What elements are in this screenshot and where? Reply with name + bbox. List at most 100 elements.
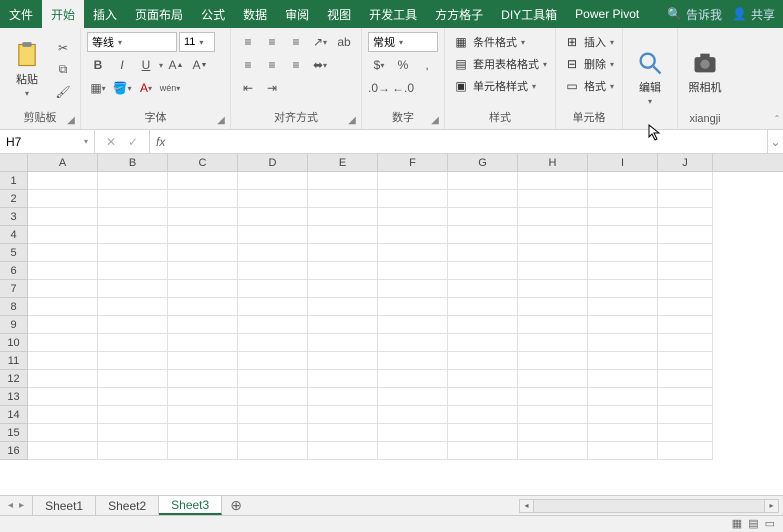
cell[interactable] — [658, 280, 713, 298]
cell[interactable] — [308, 370, 378, 388]
cell[interactable] — [448, 226, 518, 244]
phonetic-button[interactable]: wén▾ — [159, 78, 181, 98]
row-header[interactable]: 10 — [0, 334, 28, 352]
font-size-combo[interactable]: 11▾ — [179, 32, 215, 52]
cell[interactable] — [168, 208, 238, 226]
cell[interactable] — [448, 190, 518, 208]
cell[interactable] — [448, 352, 518, 370]
cell[interactable] — [28, 190, 98, 208]
cell[interactable] — [168, 442, 238, 460]
cell[interactable] — [28, 208, 98, 226]
row-header[interactable]: 14 — [0, 406, 28, 424]
col-header[interactable]: A — [28, 154, 98, 171]
cell[interactable] — [168, 334, 238, 352]
cell[interactable] — [308, 172, 378, 190]
cell[interactable] — [238, 370, 308, 388]
cell[interactable] — [378, 370, 448, 388]
cell[interactable] — [448, 280, 518, 298]
row-header[interactable]: 15 — [0, 424, 28, 442]
cell[interactable] — [238, 262, 308, 280]
percent-button[interactable]: % — [392, 55, 414, 75]
cell[interactable] — [378, 226, 448, 244]
collapse-ribbon-button[interactable]: ⌃ — [773, 114, 781, 123]
font-color-button[interactable]: A▾ — [135, 78, 157, 98]
cell[interactable] — [588, 316, 658, 334]
cell[interactable] — [658, 208, 713, 226]
tell-me-search[interactable]: 🔍 告诉我 — [667, 6, 722, 23]
cell[interactable] — [308, 388, 378, 406]
cancel-entry-button[interactable]: ✕ — [103, 135, 119, 149]
cell[interactable] — [658, 262, 713, 280]
increase-font-button[interactable]: A▲ — [165, 55, 187, 75]
cell[interactable] — [308, 298, 378, 316]
cell[interactable] — [588, 370, 658, 388]
cell[interactable] — [658, 298, 713, 316]
cell[interactable] — [658, 172, 713, 190]
page-break-view-button[interactable]: ▭ — [765, 517, 775, 530]
align-bottom-button[interactable]: ≡ — [285, 32, 307, 52]
align-right-button[interactable]: ≡ — [285, 55, 307, 75]
col-header[interactable]: D — [238, 154, 308, 171]
cell[interactable] — [28, 370, 98, 388]
col-header[interactable]: I — [588, 154, 658, 171]
cell[interactable] — [98, 388, 168, 406]
confirm-entry-button[interactable]: ✓ — [125, 135, 141, 149]
bold-button[interactable]: B — [87, 55, 109, 75]
cell[interactable] — [238, 190, 308, 208]
cell[interactable] — [448, 316, 518, 334]
cell[interactable] — [518, 388, 588, 406]
cell[interactable] — [238, 244, 308, 262]
cell[interactable] — [98, 370, 168, 388]
cell[interactable] — [98, 226, 168, 244]
cell[interactable] — [28, 316, 98, 334]
cell[interactable] — [658, 226, 713, 244]
cell[interactable] — [238, 316, 308, 334]
cell[interactable] — [378, 442, 448, 460]
cell[interactable] — [308, 334, 378, 352]
cell[interactable] — [28, 334, 98, 352]
cell[interactable] — [588, 334, 658, 352]
cell[interactable] — [448, 424, 518, 442]
cell[interactable] — [98, 172, 168, 190]
row-header[interactable]: 11 — [0, 352, 28, 370]
cell[interactable] — [448, 244, 518, 262]
cell[interactable] — [98, 424, 168, 442]
cell[interactable] — [308, 442, 378, 460]
cell[interactable] — [588, 226, 658, 244]
cell[interactable] — [378, 208, 448, 226]
horizontal-scrollbar[interactable]: ◂ ▸ — [250, 496, 783, 515]
cell[interactable] — [518, 316, 588, 334]
cell[interactable] — [658, 406, 713, 424]
cell[interactable] — [308, 244, 378, 262]
increase-indent-button[interactable]: ⇥ — [261, 78, 283, 98]
cell[interactable] — [98, 262, 168, 280]
cell[interactable] — [238, 442, 308, 460]
format-cells-button[interactable]: ▭ 格式 ▾ — [562, 76, 616, 96]
cell[interactable] — [28, 262, 98, 280]
menu-tab-diy[interactable]: DIY工具箱 — [492, 0, 566, 28]
italic-button[interactable]: I — [111, 55, 133, 75]
cell[interactable] — [238, 352, 308, 370]
cell[interactable] — [308, 316, 378, 334]
cell[interactable] — [28, 298, 98, 316]
fill-color-button[interactable]: 🪣▾ — [111, 78, 133, 98]
menu-tab-home[interactable]: 开始 — [42, 0, 84, 28]
number-format-combo[interactable]: 常规▾ — [368, 32, 438, 52]
cell[interactable] — [98, 406, 168, 424]
cell[interactable] — [98, 334, 168, 352]
cell[interactable] — [168, 262, 238, 280]
cell[interactable] — [378, 388, 448, 406]
cell[interactable] — [658, 190, 713, 208]
cell[interactable] — [28, 442, 98, 460]
cell[interactable] — [588, 280, 658, 298]
cell[interactable] — [378, 424, 448, 442]
cell[interactable] — [588, 424, 658, 442]
row-header[interactable]: 3 — [0, 208, 28, 226]
cell[interactable] — [518, 352, 588, 370]
cell[interactable] — [98, 208, 168, 226]
cell[interactable] — [588, 244, 658, 262]
cell[interactable] — [238, 388, 308, 406]
row-header[interactable]: 4 — [0, 226, 28, 244]
row-header[interactable]: 7 — [0, 280, 28, 298]
cell[interactable] — [378, 190, 448, 208]
